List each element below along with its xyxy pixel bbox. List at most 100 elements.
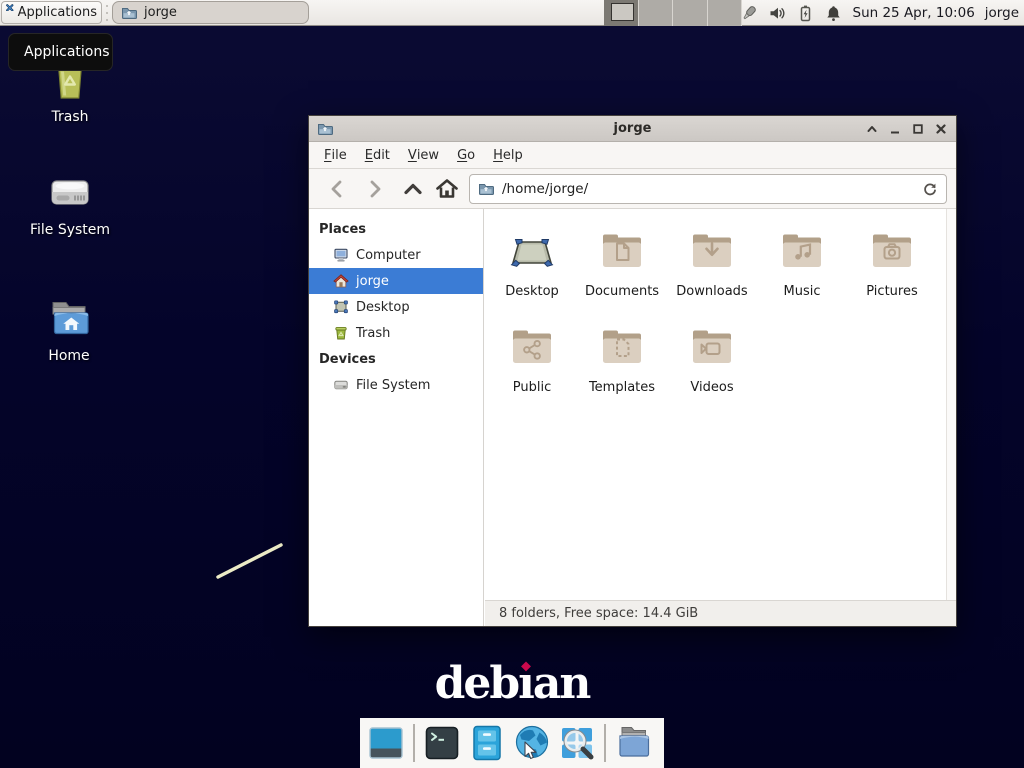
forward-button[interactable] (361, 175, 389, 203)
workspace-pager (604, 0, 742, 26)
workspace-3[interactable] (673, 0, 708, 26)
path-bar[interactable]: /home/jorge/ (469, 174, 947, 204)
pictures-folder-icon (868, 227, 916, 275)
vertical-scrollbar[interactable] (946, 209, 956, 600)
sidebar-heading-places: Places (309, 216, 483, 242)
debian-logo: debıan (362, 658, 662, 709)
statusbar: 8 folders, Free space: 14.4 GiB (485, 600, 956, 626)
file-label: Videos (690, 380, 733, 395)
maximize-button[interactable] (906, 117, 929, 141)
system-tray (740, 4, 843, 23)
desktop: Applications jorge Sun 25 Apr, 10:06 jor… (0, 0, 1024, 768)
menu-go[interactable]: Go (448, 143, 484, 168)
workspace-1[interactable] (604, 0, 639, 26)
minimize-button[interactable] (883, 117, 906, 141)
file-item-public[interactable]: Public (487, 311, 577, 407)
file-item-pictures[interactable]: Pictures (847, 215, 937, 311)
show-desktop-icon[interactable] (366, 723, 406, 763)
sidebar-item-label: File System (356, 378, 430, 393)
panel-username[interactable]: jorge (985, 5, 1019, 21)
window-body: Places Computer jorge Desktop Trash Devices Fi… (309, 209, 956, 626)
file-item-downloads[interactable]: Downloads (667, 215, 757, 311)
home-icon (333, 273, 349, 289)
workspace-4[interactable] (708, 0, 743, 26)
taskbar-window-button[interactable]: jorge (112, 1, 309, 24)
file-label: Desktop (505, 284, 559, 299)
menu-edit[interactable]: Edit (356, 143, 399, 168)
file-item-videos[interactable]: Videos (667, 311, 757, 407)
sidebar-item-trash[interactable]: Trash (309, 320, 483, 346)
close-button[interactable] (929, 117, 952, 141)
public-folder-icon (508, 323, 556, 371)
clock[interactable]: Sun 25 Apr, 10:06 (853, 5, 975, 21)
desktop-icon-label: File System (30, 222, 110, 238)
desktop-icon (333, 299, 349, 315)
top-panel: Applications jorge Sun 25 Apr, 10:06 jor… (0, 0, 1024, 26)
tooltip-text: Applications (24, 44, 110, 60)
panel-grip[interactable] (104, 5, 109, 21)
documents-folder-icon (598, 227, 646, 275)
applications-menu-label: Applications (18, 5, 97, 20)
workspace-window-preview (611, 3, 634, 21)
file-label: Pictures (866, 284, 917, 299)
sidebar-item-label: jorge (356, 274, 389, 289)
downloads-folder-icon (688, 227, 736, 275)
volume-icon[interactable] (768, 4, 787, 23)
file-label: Public (513, 380, 551, 395)
titlebar[interactable]: jorge (309, 116, 956, 142)
file-item-music[interactable]: Music (757, 215, 847, 311)
logo-i-dot: ı (518, 658, 533, 709)
terminal-icon[interactable] (422, 723, 462, 763)
applications-tooltip: Applications (8, 33, 113, 71)
file-label: Music (784, 284, 821, 299)
window-controls (860, 116, 952, 142)
trash-icon (333, 325, 349, 341)
input-device-icon[interactable] (740, 4, 759, 23)
file-cabinet-icon[interactable] (467, 723, 507, 763)
desktop-icon-file-system[interactable]: File System (15, 168, 125, 238)
sidebar-item-desktop[interactable]: Desktop (309, 294, 483, 320)
up-button[interactable] (399, 175, 427, 203)
drive-icon (333, 377, 349, 393)
sidebar-item-label: Computer (356, 248, 421, 263)
sidebar-item-label: Trash (356, 326, 390, 341)
folder-window-icon (121, 5, 137, 21)
dock (360, 718, 664, 768)
menu-help[interactable]: Help (484, 143, 532, 168)
file-item-templates[interactable]: Templates (577, 311, 667, 407)
desktop-icon-home[interactable]: Home (14, 294, 124, 364)
notifications-bell-icon[interactable] (824, 4, 843, 23)
sidebar-item-jorge[interactable]: jorge (309, 268, 483, 294)
reload-icon[interactable] (922, 181, 938, 197)
file-item-desktop[interactable]: Desktop (487, 215, 577, 311)
toolbar: /home/jorge/ (309, 169, 956, 209)
statusbar-text: 8 folders, Free space: 14.4 GiB (499, 606, 698, 621)
path-folder-icon (478, 181, 494, 197)
workspace-2[interactable] (639, 0, 674, 26)
folder-dock-icon[interactable] (613, 723, 653, 763)
computer-icon (333, 247, 349, 263)
shade-button[interactable] (860, 117, 883, 141)
home-button[interactable] (433, 175, 461, 203)
app-finder-icon[interactable] (557, 723, 597, 763)
file-item-documents[interactable]: Documents (577, 215, 667, 311)
templates-folder-icon (598, 323, 646, 371)
back-button[interactable] (323, 175, 351, 203)
web-browser-icon[interactable] (512, 723, 552, 763)
sidebar-heading-devices: Devices (309, 346, 483, 372)
dock-separator (604, 724, 606, 762)
sidebar-item-computer[interactable]: Computer (309, 242, 483, 268)
battery-icon[interactable] (796, 4, 815, 23)
drive-large-icon (46, 168, 94, 216)
music-folder-icon (778, 227, 826, 275)
menubar: FileEditViewGoHelp (309, 142, 956, 169)
desktop-icon-label: Trash (52, 109, 89, 125)
sidebar-item-file-system[interactable]: File System (309, 372, 483, 398)
home-folder-large-icon (45, 294, 93, 342)
menu-file[interactable]: File (315, 143, 356, 168)
file-label: Templates (589, 380, 655, 395)
applications-menu-button[interactable]: Applications (1, 1, 102, 24)
menu-view[interactable]: View (399, 143, 448, 168)
desktop-icon-label: Home (48, 348, 89, 364)
taskbar-window-label: jorge (144, 5, 177, 20)
